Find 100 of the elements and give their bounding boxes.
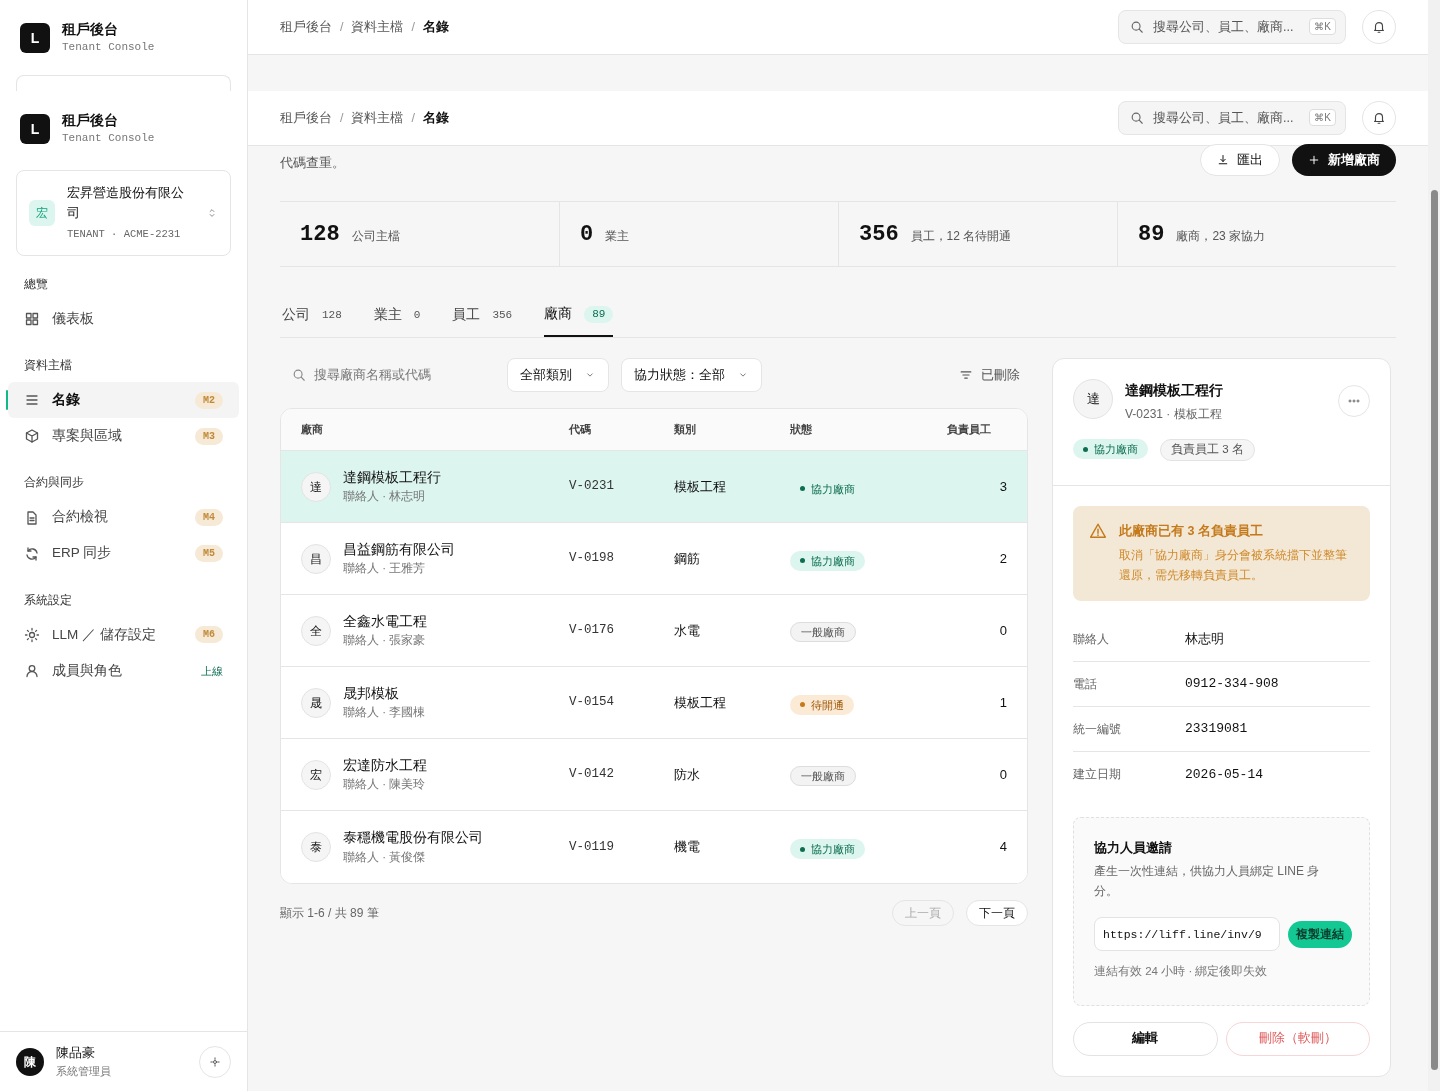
page-description: 代碼查重。 bbox=[280, 155, 345, 172]
vendor-name: 宏達防水工程 bbox=[343, 756, 427, 775]
tenant-id: TENANT · ACME-2231 bbox=[67, 227, 182, 242]
notifications-button[interactable] bbox=[1362, 10, 1396, 44]
vendor-avatar: 泰 bbox=[301, 832, 331, 862]
stat-value: 356 bbox=[859, 220, 899, 249]
tab[interactable]: 公司 128 bbox=[282, 294, 342, 337]
milestone-badge: M2 bbox=[195, 391, 223, 409]
field-value: 0912-334-908 bbox=[1185, 675, 1279, 693]
gear-icon bbox=[24, 626, 40, 643]
bell-icon bbox=[1372, 20, 1386, 34]
vendor-avatar: 宏 bbox=[301, 759, 331, 790]
vendor-avatar: 全 bbox=[301, 615, 331, 646]
stat-label: 公司主檔 bbox=[351, 228, 400, 245]
breadcrumb[interactable]: 資料主檔 bbox=[351, 17, 404, 37]
table-cell-text: 0 bbox=[998, 621, 1007, 640]
column-header: 狀態 bbox=[790, 422, 813, 438]
contact-name: 聯絡人 · 王雅芳 bbox=[343, 561, 427, 576]
search-icon bbox=[292, 368, 306, 382]
breadcrumb-separator: / bbox=[340, 109, 344, 127]
edit-button[interactable]: 編輯 bbox=[1073, 1021, 1218, 1056]
more-icon bbox=[1348, 397, 1360, 405]
scrollbar-thumb[interactable] bbox=[1430, 190, 1438, 1070]
breadcrumb[interactable]: 資料主檔 bbox=[351, 108, 404, 128]
nav-item[interactable]: ERP 同步 M5 bbox=[8, 535, 239, 572]
table-cell-text: 3 bbox=[998, 477, 1007, 496]
user-avatar: 陳 bbox=[16, 1047, 44, 1076]
table-cell-text: 1 bbox=[998, 693, 1007, 712]
contact-name: 聯絡人 · 陳美玲 bbox=[343, 777, 427, 792]
milestone-badge: M4 bbox=[195, 509, 223, 526]
copy-link-button[interactable]: 複製連結 bbox=[1288, 920, 1352, 948]
filter-dropdown[interactable]: 全部類別 bbox=[507, 358, 609, 392]
vendor-avatar: 昌 bbox=[301, 543, 331, 574]
section-label: 總覽 bbox=[23, 276, 49, 292]
table-row[interactable]: 達 達鋼模板工程行 聯絡人 · 林志明 V-0231 模板工程 協力廠商 3 bbox=[281, 451, 1027, 523]
status-badge: 協力廠商 bbox=[790, 550, 865, 571]
table-cell-text: V-0176 bbox=[569, 622, 615, 640]
invite-note: 連結有效 24 小時 · 綁定後即失效 bbox=[1094, 964, 1269, 980]
shortcut-key: ⌘K bbox=[1309, 109, 1336, 126]
grid-icon bbox=[24, 311, 40, 327]
section-label: 資料主檔 bbox=[23, 358, 73, 373]
table-cell-text: 0 bbox=[998, 765, 1007, 784]
sync-icon bbox=[24, 545, 40, 562]
search-icon bbox=[1130, 20, 1144, 34]
table-cell-text: 2 bbox=[998, 549, 1007, 568]
nav-item[interactable]: 名錄 M2 bbox=[8, 382, 239, 419]
breadcrumb[interactable]: 租戶後台 bbox=[280, 17, 332, 37]
milestone-badge: M3 bbox=[195, 427, 223, 445]
crosshair-icon bbox=[209, 1055, 221, 1068]
add-vendor-button[interactable]: 新增廠商 bbox=[1292, 144, 1396, 176]
bell-icon bbox=[1372, 111, 1386, 125]
status-badge: 一般廠商 bbox=[790, 621, 856, 642]
vendor-search-field[interactable]: 搜尋廠商名稱或代碼 bbox=[314, 365, 483, 385]
plus-icon bbox=[1308, 154, 1320, 166]
breadcrumb[interactable]: 租戶後台 bbox=[280, 108, 332, 128]
invite-title: 協力人員邀請 bbox=[1094, 838, 1173, 857]
search-icon bbox=[1130, 111, 1144, 125]
status-badge: 一般廠商 bbox=[790, 765, 856, 786]
export-button[interactable]: 匯出 bbox=[1200, 144, 1280, 176]
shortcut-key: ⌘K bbox=[1309, 18, 1336, 35]
contact-name: 聯絡人 · 黃俊傑 bbox=[343, 849, 427, 865]
tab[interactable]: 員工 356 bbox=[452, 294, 513, 337]
invite-link-field[interactable]: https://liff.line/inv/9 bbox=[1094, 917, 1280, 952]
breadcrumb-separator: / bbox=[340, 18, 344, 36]
table-cell-text: V-0231 bbox=[569, 478, 615, 496]
warning-icon bbox=[1089, 522, 1107, 540]
nav-item[interactable]: 儀表板 bbox=[8, 301, 239, 337]
user-icon bbox=[24, 662, 40, 679]
delete-button[interactable]: 刪除（軟刪） bbox=[1225, 1021, 1370, 1056]
user-name: 陳品豪 bbox=[56, 1044, 96, 1062]
table-cell-text: 模板工程 bbox=[674, 693, 727, 712]
milestone-badge: M5 bbox=[195, 545, 223, 562]
tab[interactable]: 廠商 89 bbox=[544, 294, 614, 337]
field-value: 2026-05-14 bbox=[1185, 765, 1263, 784]
app-subtitle: Tenant Console bbox=[62, 40, 155, 56]
logo: L bbox=[20, 22, 50, 53]
vendor-subtitle: V-0231 · 模板工程 bbox=[1125, 406, 1223, 423]
tenant-switcher[interactable]: 宏 宏昇營造股份有限公司 TENANT · ACME-2231 bbox=[16, 170, 231, 256]
stat-label: 廠商，23 家協力 bbox=[1176, 228, 1266, 245]
field-value: 林志明 bbox=[1185, 630, 1224, 648]
nav-item[interactable]: LLM ／ 儲存設定 M6 bbox=[8, 616, 239, 653]
document-icon bbox=[24, 509, 40, 526]
pagination-summary: 顯示 1-6 / 共 89 筆 bbox=[280, 905, 379, 922]
next-page-button[interactable]: 下一頁 bbox=[966, 900, 1028, 926]
active-indicator bbox=[6, 390, 8, 411]
tab[interactable]: 業主 0 bbox=[373, 294, 421, 337]
breadcrumb: 名錄 bbox=[422, 109, 449, 127]
column-header: 類別 bbox=[674, 422, 697, 438]
nav-item[interactable]: 合約檢視 M4 bbox=[8, 499, 239, 536]
filter-dropdown[interactable]: 協力狀態：全部 bbox=[621, 358, 762, 392]
nav-item[interactable]: 專案與區域 M3 bbox=[8, 418, 239, 455]
stat-value: 128 bbox=[300, 220, 340, 249]
deleted-filter-button[interactable]: 已刪除 bbox=[959, 365, 1028, 385]
notifications-button[interactable] bbox=[1362, 101, 1396, 135]
table-cell-text: 水電 bbox=[674, 621, 701, 640]
table-cell-text: 機電 bbox=[674, 838, 701, 857]
field-label: 建立日期 bbox=[1073, 766, 1122, 784]
breadcrumb-separator: / bbox=[411, 109, 415, 127]
nav-item[interactable]: 成員與角色 上線 bbox=[8, 652, 239, 689]
stat-value: 89 bbox=[1138, 220, 1165, 249]
